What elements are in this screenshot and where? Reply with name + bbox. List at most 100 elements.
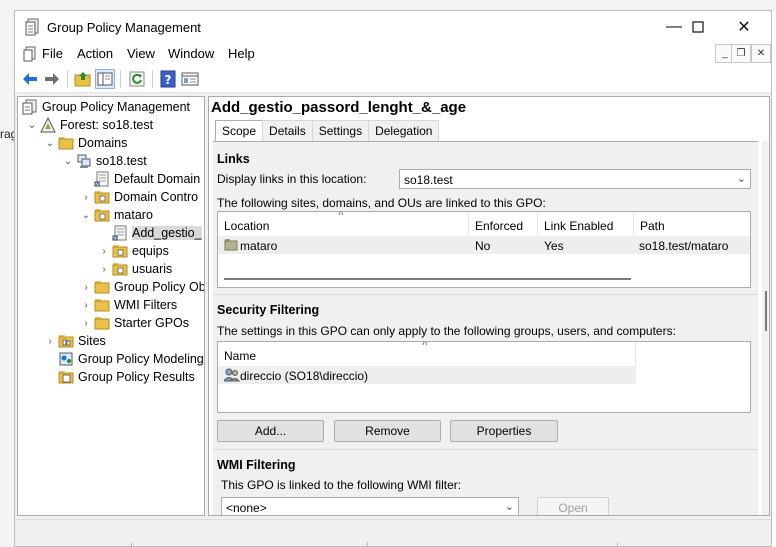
show-hide-tree-icon xyxy=(97,72,113,86)
chevron-right-icon[interactable]: › xyxy=(80,282,92,293)
tree-item-sites[interactable]: › Sites xyxy=(44,332,105,350)
mdi-close-button[interactable]: ✕ xyxy=(751,44,771,63)
tree-item-so18-test[interactable]: ⌄ so18.test xyxy=(62,152,147,170)
tree-item-default-domain-policy[interactable]: Default Domain xyxy=(94,170,200,188)
tree-item-add-gestio[interactable]: Add_gestio_ xyxy=(112,224,202,242)
tab-details[interactable]: Details xyxy=(262,120,313,141)
tab-strip: Scope Details Settings Delegation xyxy=(215,120,440,141)
tree-item-group-policy-modeling[interactable]: Group Policy Modeling xyxy=(58,350,204,368)
gpm-icon xyxy=(22,99,38,115)
tab-delegation[interactable]: Delegation xyxy=(368,120,440,141)
wmi-filter-value: <none> xyxy=(226,501,267,515)
system-menu-icon[interactable] xyxy=(23,46,37,62)
tree-item-mataro[interactable]: ⌄ mataro xyxy=(80,206,153,224)
domain-icon xyxy=(76,153,92,169)
chevron-right-icon[interactable]: › xyxy=(80,192,92,203)
tree-item-label: Group Policy Management xyxy=(42,100,190,114)
chevron-down-icon: ⌄ xyxy=(504,501,514,513)
security-filtering-description: The settings in this GPO can only apply … xyxy=(217,324,676,338)
refresh-button[interactable] xyxy=(127,69,147,89)
help-button[interactable]: ? xyxy=(158,69,178,89)
cell-location: mataro xyxy=(240,239,278,253)
status-bar xyxy=(15,519,771,546)
tree-item-label: Default Domain xyxy=(114,172,201,186)
forward-icon xyxy=(45,73,59,85)
links-list[interactable]: Location ˄ Enforced Link Enabled Path ma… xyxy=(217,211,751,288)
cell-enforced: No xyxy=(475,239,491,253)
toolbar-separator xyxy=(67,70,68,88)
tree-item-domain-controllers[interactable]: › Domain Contro xyxy=(80,188,198,206)
tree-item-group-policy-results[interactable]: Group Policy Results xyxy=(58,368,195,386)
tree-item-domains[interactable]: ⌄ Domains xyxy=(44,134,128,152)
tree-item-label: Forest: so18.test xyxy=(60,118,154,132)
scrollbar-thumb[interactable] xyxy=(765,291,767,331)
column-header-link-enabled[interactable]: Link Enabled xyxy=(538,212,634,236)
menu-view[interactable]: View xyxy=(127,46,155,61)
chevron-right-icon[interactable]: › xyxy=(80,318,92,329)
chevron-down-icon: ⌄ xyxy=(736,173,746,185)
sort-ascending-icon: ˄ xyxy=(338,211,344,219)
section-divider xyxy=(213,449,758,450)
toolbar-separator xyxy=(120,70,121,88)
up-folder-icon xyxy=(74,72,91,87)
column-header-location[interactable]: Location ˄ xyxy=(218,212,469,236)
show-hide-tree-button[interactable] xyxy=(95,69,115,89)
menu-window[interactable]: Window xyxy=(168,46,214,61)
tree-item-label: so18.test xyxy=(96,154,147,168)
column-header-enforced[interactable]: Enforced xyxy=(469,212,538,236)
tree-item-group-policy-management[interactable]: Group Policy Management xyxy=(22,98,190,116)
refresh-icon xyxy=(129,71,145,87)
title-bar[interactable]: Group Policy Management — ✕ xyxy=(15,11,771,43)
tree-item-forest[interactable]: ⌄ Forest: so18.test xyxy=(26,116,153,134)
location-dropdown[interactable]: so18.test ⌄ xyxy=(399,169,751,189)
tab-settings[interactable]: Settings xyxy=(311,120,370,141)
remove-button[interactable]: Remove xyxy=(334,420,441,442)
chevron-right-icon[interactable]: › xyxy=(80,300,92,311)
maximize-button[interactable] xyxy=(675,11,721,43)
menu-file[interactable]: File xyxy=(42,46,63,61)
details-vertical-scrollbar[interactable] xyxy=(762,141,769,515)
folder-icon xyxy=(94,297,110,313)
chevron-right-icon[interactable]: › xyxy=(98,264,110,275)
tree-item-wmi-filters[interactable]: › WMI Filters xyxy=(80,296,177,314)
tree-item-group-policy-objects[interactable]: › Group Policy Ob xyxy=(80,278,205,296)
wmi-filter-dropdown[interactable]: <none> ⌄ xyxy=(221,497,519,515)
chevron-down-icon[interactable]: ⌄ xyxy=(62,156,74,167)
tree-item-starter-gpos[interactable]: › Starter GPOs xyxy=(80,314,189,332)
menu-action[interactable]: Action xyxy=(77,46,113,61)
close-button[interactable]: ✕ xyxy=(721,11,767,43)
column-label: Location xyxy=(224,219,270,233)
gpo-link-icon xyxy=(112,225,128,241)
security-filtering-list[interactable]: Name ˄ direccio (SO18\direccio) xyxy=(217,341,751,413)
column-label: Name xyxy=(224,349,257,363)
add-button[interactable]: Add... xyxy=(217,420,324,442)
menu-help[interactable]: Help xyxy=(228,46,255,61)
chevron-down-icon[interactable]: ⌄ xyxy=(80,210,92,221)
user-group-icon xyxy=(223,368,241,382)
open-wmi-filter-button[interactable]: Open xyxy=(537,497,609,515)
chevron-down-icon[interactable]: ⌄ xyxy=(26,120,38,131)
chevron-down-icon[interactable]: ⌄ xyxy=(44,138,56,149)
column-header-name[interactable]: Name ˄ xyxy=(218,342,636,366)
chevron-right-icon[interactable]: › xyxy=(98,246,110,257)
chevron-right-icon[interactable]: › xyxy=(44,336,56,347)
tab-scope[interactable]: Scope xyxy=(215,120,264,141)
properties-button[interactable] xyxy=(180,69,200,89)
console-tree[interactable]: Group Policy Management ⌄ Forest: so18.t… xyxy=(17,96,205,516)
tree-item-label: WMI Filters xyxy=(114,298,178,312)
mdi-restore-button[interactable]: ❐ xyxy=(731,44,751,63)
up-folder-button[interactable] xyxy=(73,69,93,89)
column-header-path[interactable]: Path xyxy=(634,212,750,236)
ou-icon xyxy=(224,238,238,251)
links-description: The following sites, domains, and OUs ar… xyxy=(217,196,546,210)
tree-item-equips[interactable]: › equips xyxy=(98,242,169,260)
tree-item-usuaris[interactable]: › usuaris xyxy=(98,260,172,278)
ou-icon xyxy=(94,207,110,223)
scope-tab-content: Links Display links in this location: so… xyxy=(213,141,758,515)
links-horizontal-scrollbar[interactable] xyxy=(224,278,631,280)
maximize-icon xyxy=(692,21,704,33)
properties-button[interactable]: Properties xyxy=(450,420,558,442)
tree-item-label: Group Policy Ob xyxy=(114,280,205,294)
forward-button[interactable] xyxy=(42,69,62,89)
back-button[interactable] xyxy=(20,69,40,89)
